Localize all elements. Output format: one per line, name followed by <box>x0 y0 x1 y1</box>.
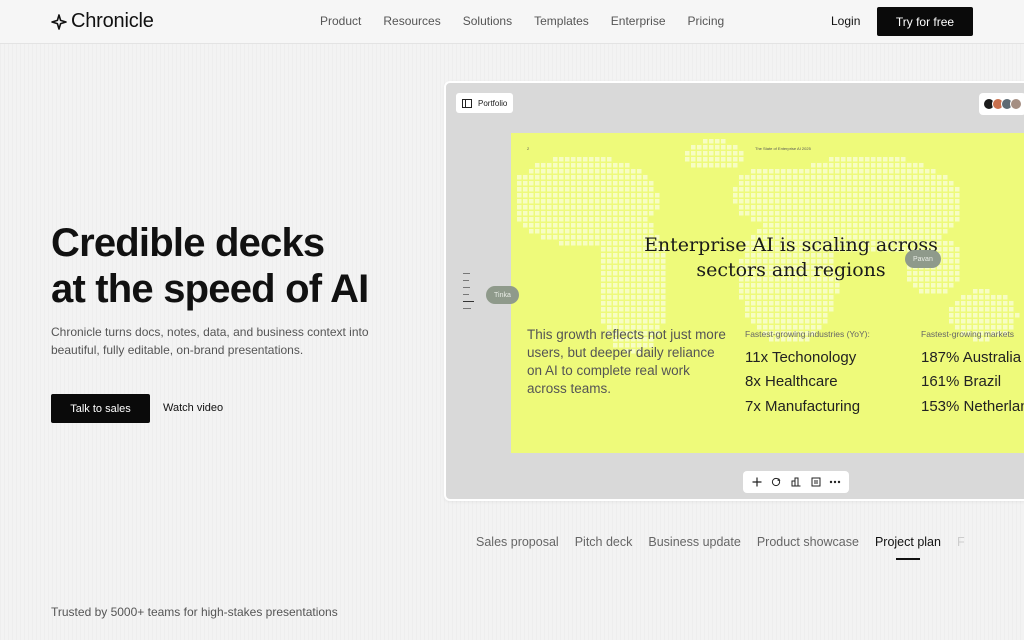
tab-business-update[interactable]: Business update <box>648 535 740 549</box>
slide-body-text[interactable]: This growth reflects not just more users… <box>527 326 727 398</box>
nav-link-enterprise[interactable]: Enterprise <box>611 14 666 28</box>
industry-item: 11x Techonology <box>745 349 857 366</box>
slide-title[interactable]: Enterprise AI is scaling across sectors … <box>641 233 941 283</box>
plus-icon[interactable] <box>749 474 765 490</box>
markets-heading: Fastest-growing markets <box>921 329 1015 339</box>
tab-project-plan[interactable]: Project plan <box>875 535 941 560</box>
chart-icon[interactable] <box>788 474 804 490</box>
more-icon[interactable] <box>827 474 843 490</box>
tab-sales-proposal[interactable]: Sales proposal <box>476 535 559 549</box>
layout-icon[interactable] <box>808 474 824 490</box>
sidebar-panel-icon <box>462 98 472 108</box>
slide-number: 2 <box>527 146 530 151</box>
file-chip[interactable]: Portfolio <box>456 93 514 113</box>
industries-heading: Fastest-growing industries (YoY): <box>745 329 870 339</box>
slide-toolbar <box>743 471 849 493</box>
collaborator-cursor-label: Pavan <box>905 250 941 268</box>
hero-subtitle: Chronicle turns docs, notes, data, and b… <box>51 325 369 357</box>
deck-editor-preview: Portfolio 2 The State of Enterprise AI 2… <box>444 81 1024 501</box>
nav-link-product[interactable]: Product <box>320 14 361 28</box>
talk-to-sales-button[interactable]: Talk to sales <box>51 394 150 423</box>
hero-title: Credible decks at the speed of AI <box>51 220 431 312</box>
slide-outline-rail[interactable] <box>463 273 474 315</box>
hero-title-line-2: at the speed of AI <box>51 267 369 311</box>
try-for-free-button[interactable]: Try for free <box>877 7 973 36</box>
market-item: 153% Netherlands <box>921 398 1024 415</box>
tab-pitch-deck[interactable]: Pitch deck <box>575 535 633 549</box>
nav-link-templates[interactable]: Templates <box>534 14 589 28</box>
nav-link-pricing[interactable]: Pricing <box>688 14 725 28</box>
tab-product-showcase[interactable]: Product showcase <box>757 535 859 549</box>
refresh-icon[interactable] <box>768 474 784 490</box>
top-nav: Chronicle Product Resources Solutions Te… <box>0 0 1024 44</box>
nav-links: Product Resources Solutions Templates En… <box>320 14 746 28</box>
collaborator-cursor-label: Tinka <box>486 286 519 304</box>
market-item: 187% Australia <box>921 349 1022 366</box>
industry-item: 7x Manufacturing <box>745 398 861 415</box>
tab-next-partial[interactable]: F <box>957 535 965 549</box>
brand-name: Chronicle <box>71 10 154 32</box>
hero-title-line-1: Credible decks <box>51 221 325 265</box>
brand-logo[interactable]: Chronicle <box>51 10 154 33</box>
trusted-by-note: Trusted by 5000+ teams for high-stakes p… <box>51 605 338 619</box>
nav-link-resources[interactable]: Resources <box>383 14 440 28</box>
industry-item: 8x Healthcare <box>745 373 838 390</box>
market-item: 161% Brazil <box>921 373 1002 390</box>
collaborator-avatars[interactable] <box>979 93 1024 115</box>
sparkle-logo-icon <box>51 13 67 30</box>
slide-canvas[interactable]: 2 The State of Enterprise AI 2025 Enterp… <box>511 133 1024 453</box>
nav-link-solutions[interactable]: Solutions <box>463 14 512 28</box>
avatar <box>1010 98 1022 110</box>
watch-video-link[interactable]: Watch video <box>163 402 223 414</box>
file-chip-label: Portfolio <box>478 98 508 108</box>
slide-header-text: The State of Enterprise AI 2025 <box>755 146 811 151</box>
login-link[interactable]: Login <box>831 14 860 28</box>
template-tabs: Sales proposal Pitch deck Business updat… <box>476 535 981 560</box>
